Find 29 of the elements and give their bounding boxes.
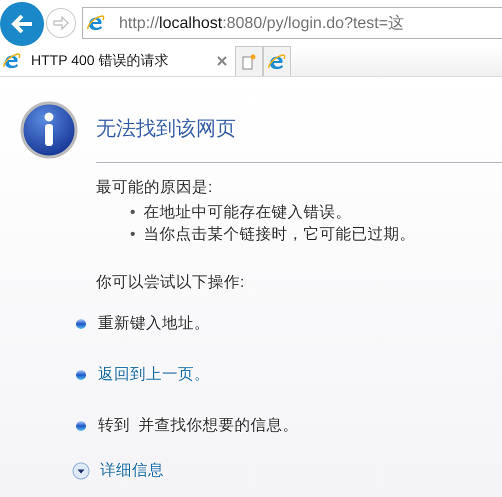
bullet-icon [76,420,86,430]
browser-logo-icon [268,52,286,70]
details-link[interactable]: 详细信息 [100,460,164,481]
browser-logo-icon [87,14,105,32]
bullet-icon [76,370,86,380]
back-button[interactable] [0,2,44,46]
browser-logo-icon [3,52,21,70]
cause-item: 在地址中可能存在键入错误。 [143,203,352,223]
bullet-mark: • [130,203,136,223]
info-icon [20,101,78,159]
back-link[interactable]: 返回到上一页。 [98,364,210,385]
page-icon [242,54,256,70]
action-text: 转到 并查找你想要的信息。 [98,416,299,436]
arrow-left-icon [10,13,34,35]
url-text: http://localhost:8080/py/login.do?test=这 [119,14,404,34]
address-bar[interactable]: http://localhost:8080/py/login.do?test=这 [82,7,502,39]
new-tab-button[interactable] [235,46,263,76]
quick-tabs-button[interactable] [263,46,291,76]
bullet-mark: • [130,225,136,245]
arrow-right-icon [53,16,69,30]
close-icon[interactable] [217,56,227,66]
cause-item: 当你点击某个链接时，它可能已过期。 [143,224,416,245]
expand-icon[interactable] [72,462,90,480]
actions-heading: 你可以尝试以下操作: [96,273,246,293]
page-title: 无法找到该网页 [96,117,237,142]
causes-heading: 最可能的原因是: [96,178,214,198]
action-text: 重新键入地址。 [98,314,210,334]
forward-button[interactable] [46,8,76,38]
bullet-icon [76,318,86,328]
